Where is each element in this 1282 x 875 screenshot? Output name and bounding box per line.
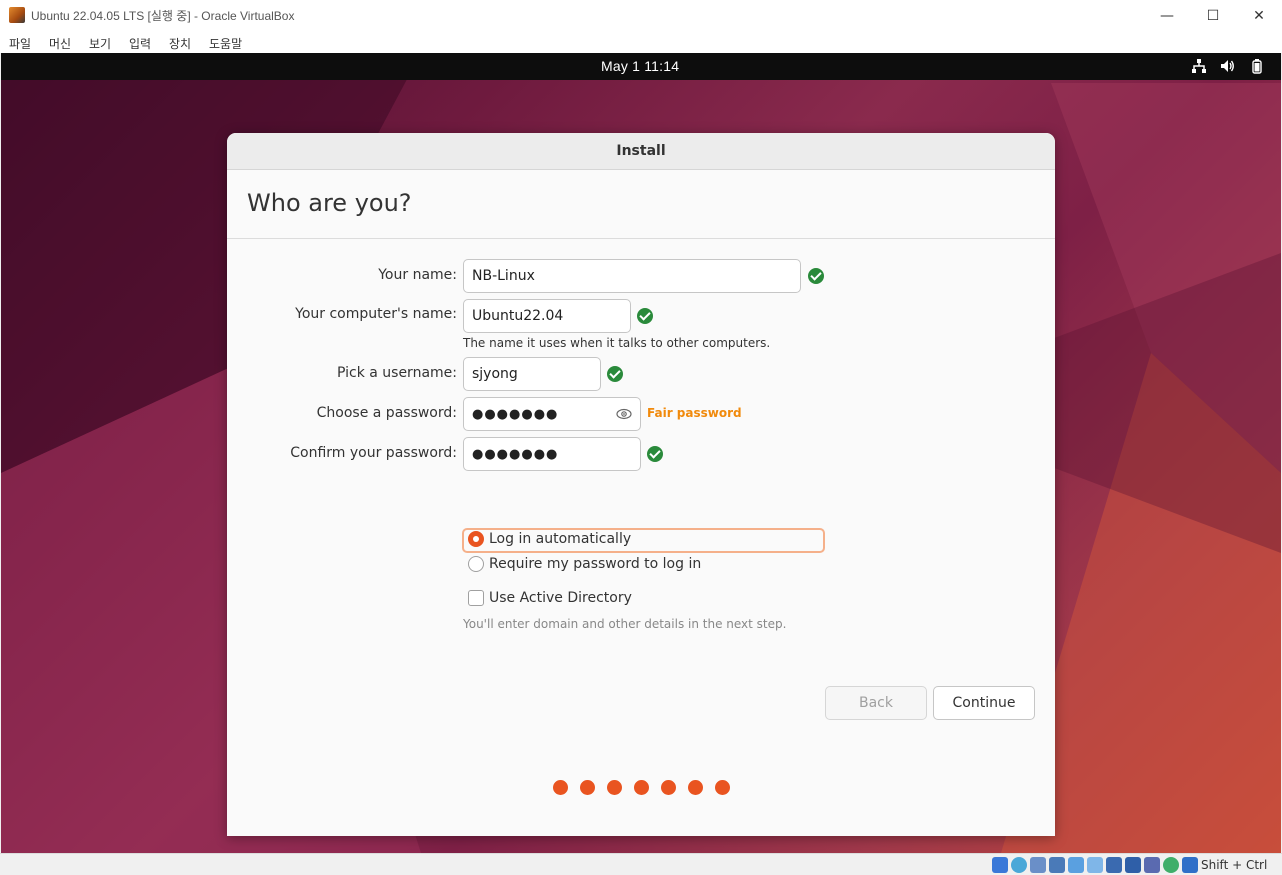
minimize-button[interactable]: — xyxy=(1144,0,1190,31)
display-icon[interactable] xyxy=(1106,857,1122,873)
show-password-icon[interactable] xyxy=(616,407,632,421)
active-directory-checkbox[interactable]: Use Active Directory xyxy=(468,590,632,606)
active-directory-label: Use Active Directory xyxy=(489,590,632,606)
password-input[interactable]: ●●●●●●● xyxy=(463,397,641,431)
guest-additions-icon[interactable] xyxy=(1163,857,1179,873)
battery-icon[interactable] xyxy=(1249,58,1265,74)
password-masked-value: ●●●●●●● xyxy=(472,407,559,422)
auto-login-radio[interactable]: Log in automatically xyxy=(468,531,631,547)
audio-icon[interactable] xyxy=(1030,857,1046,873)
maximize-button[interactable]: ☐ xyxy=(1190,0,1236,31)
require-password-radio-indicator[interactable] xyxy=(468,556,484,572)
dialog-header: Install xyxy=(227,133,1055,170)
password-strength: Fair password xyxy=(647,406,742,420)
hard-disk-icon[interactable] xyxy=(992,857,1008,873)
progress-dot xyxy=(579,780,595,795)
confirm-password-label: Confirm your password: xyxy=(290,445,457,461)
username-input[interactable]: sjyong xyxy=(463,357,601,391)
progress-dot xyxy=(714,780,730,795)
your-name-valid-icon xyxy=(808,268,824,284)
active-directory-hint: You'll enter domain and other details in… xyxy=(463,617,787,631)
optical-drive-icon[interactable] xyxy=(1011,857,1027,873)
network-icon[interactable] xyxy=(1191,58,1207,74)
window-titlebar: Ubuntu 22.04.05 LTS [실행 중] - Oracle Virt… xyxy=(0,0,1282,31)
your-name-input[interactable]: NB-Linux xyxy=(463,259,801,293)
install-dialog: Install Who are you? Your name: NB-Linux… xyxy=(227,133,1055,836)
virtualbox-app-icon xyxy=(9,7,25,23)
menu-view[interactable]: 보기 xyxy=(89,35,111,52)
active-directory-checkbox-box[interactable] xyxy=(468,590,484,606)
computer-name-valid-icon xyxy=(637,308,653,324)
menu-help[interactable]: 도움말 xyxy=(209,35,242,52)
progress-dot xyxy=(552,780,568,795)
shared-folders-icon[interactable] xyxy=(1087,857,1103,873)
username-valid-icon xyxy=(607,366,623,382)
usb-icon[interactable] xyxy=(1068,857,1084,873)
computer-name-label: Your computer's name: xyxy=(295,306,457,322)
gnome-top-bar: May 1 11:14 xyxy=(1,53,1281,80)
vm-screen[interactable]: May 1 11:14 Install Who are you? Your na… xyxy=(1,53,1281,853)
install-progress xyxy=(227,780,1055,795)
progress-dot xyxy=(687,780,703,795)
header-divider xyxy=(227,238,1055,239)
network-adapter-icon[interactable] xyxy=(1049,857,1065,873)
username-label: Pick a username: xyxy=(336,365,457,381)
require-password-radio[interactable]: Require my password to log in xyxy=(468,556,701,572)
auto-login-radio-indicator[interactable] xyxy=(468,531,484,547)
clock[interactable]: May 1 11:14 xyxy=(601,58,679,74)
back-button[interactable]: Back xyxy=(825,686,927,720)
host-key-label: Shift + Ctrl xyxy=(1201,858,1268,872)
progress-dot xyxy=(633,780,649,795)
auto-login-label: Log in automatically xyxy=(489,531,632,547)
menu-devices[interactable]: 장치 xyxy=(169,35,191,52)
window-title: Ubuntu 22.04.05 LTS [실행 중] - Oracle Virt… xyxy=(31,9,295,23)
computer-name-input[interactable]: Ubuntu22.04 xyxy=(463,299,631,333)
progress-dot xyxy=(606,780,622,795)
confirm-password-input[interactable]: ●●●●●●● xyxy=(463,437,641,471)
computer-name-hint: The name it uses when it talks to other … xyxy=(463,336,771,350)
menu-input[interactable]: 입력 xyxy=(129,35,151,52)
keyboard-capture-icon[interactable] xyxy=(1182,857,1198,873)
password-label: Choose a password: xyxy=(316,405,457,421)
page-title: Who are you? xyxy=(247,189,412,217)
menu-bar: 파일 머신 보기 입력 장치 도움말 xyxy=(0,31,1282,53)
virtualbox-status-bar: Shift + Ctrl xyxy=(0,853,1282,875)
volume-icon[interactable] xyxy=(1219,58,1235,74)
continue-button[interactable]: Continue xyxy=(933,686,1035,720)
confirm-password-valid-icon xyxy=(647,446,663,462)
confirm-password-masked-value: ●●●●●●● xyxy=(472,447,559,462)
progress-dot xyxy=(660,780,676,795)
virtualization-icon[interactable] xyxy=(1144,857,1160,873)
menu-file[interactable]: 파일 xyxy=(9,35,31,52)
close-button[interactable]: ✕ xyxy=(1236,0,1282,31)
recording-icon[interactable] xyxy=(1125,857,1141,873)
your-name-label: Your name: xyxy=(378,267,457,283)
require-password-label: Require my password to log in xyxy=(489,556,702,572)
menu-machine[interactable]: 머신 xyxy=(49,35,71,52)
